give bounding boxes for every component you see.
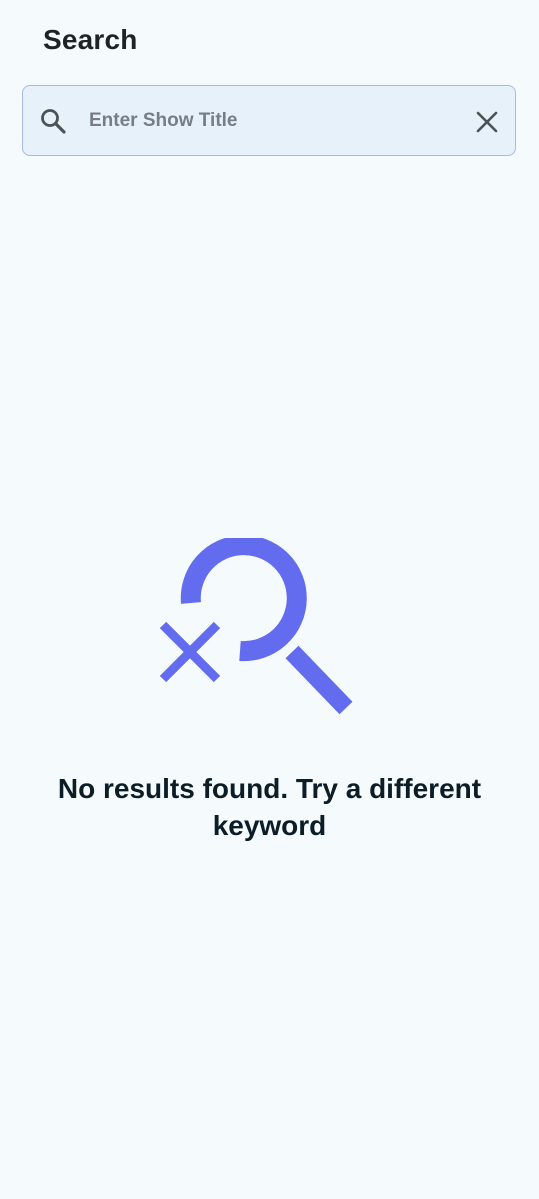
page-title: Search xyxy=(43,24,138,55)
empty-state-message: No results found. Try a different keywor… xyxy=(57,773,482,841)
close-icon[interactable] xyxy=(475,110,499,134)
search-bar[interactable] xyxy=(22,85,516,156)
search-icon xyxy=(40,108,66,134)
search-no-results-icon xyxy=(155,535,360,723)
search-input[interactable] xyxy=(89,100,459,142)
